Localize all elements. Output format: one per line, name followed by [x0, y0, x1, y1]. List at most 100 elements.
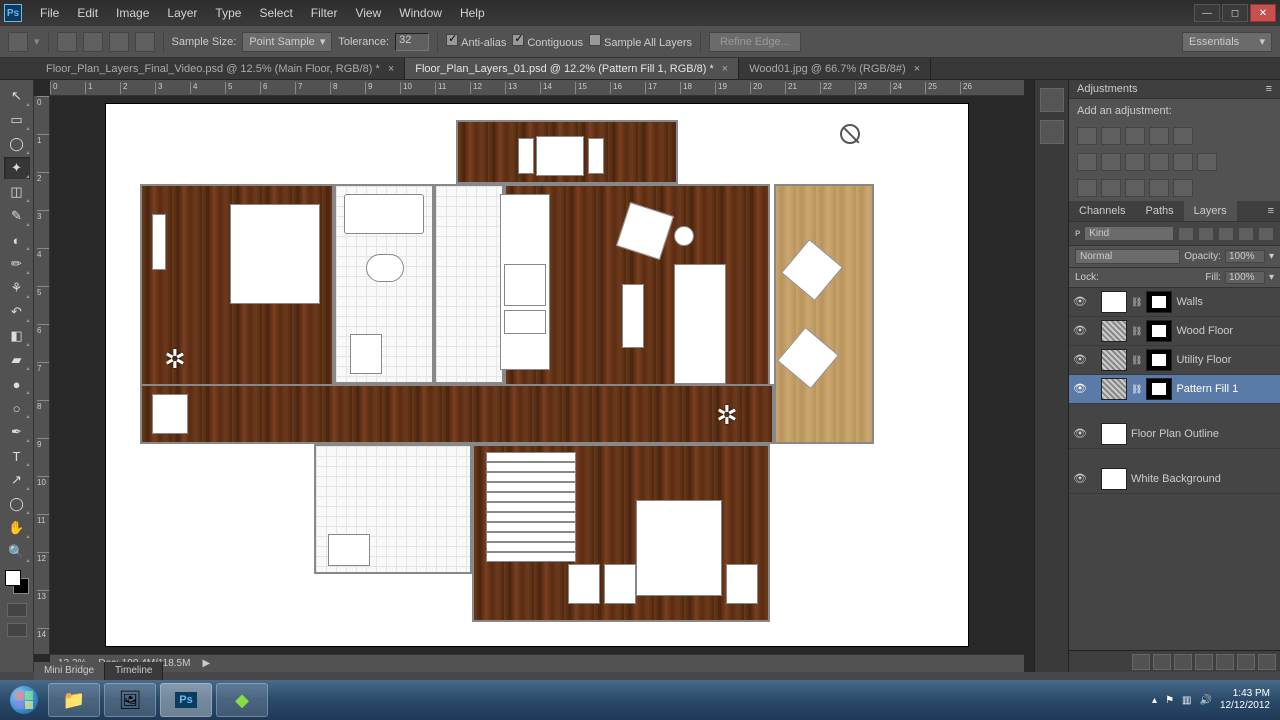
- mask-icon[interactable]: [1174, 654, 1192, 670]
- close-icon[interactable]: ×: [722, 63, 728, 75]
- menu-edit[interactable]: Edit: [69, 2, 106, 24]
- pen-tool-icon[interactable]: ✒: [4, 421, 30, 443]
- layer-row[interactable]: 👁 ⛓ Walls: [1069, 288, 1280, 317]
- brush-tool-icon[interactable]: ✏: [4, 253, 30, 275]
- layer-thumb[interactable]: [1101, 468, 1127, 490]
- poster-icon[interactable]: [1101, 179, 1121, 197]
- taskbar-app-1[interactable]: 🖼: [104, 683, 156, 717]
- visibility-icon[interactable]: 👁: [1073, 295, 1087, 309]
- panel-menu-icon[interactable]: ≡: [1262, 201, 1280, 221]
- menu-help[interactable]: Help: [452, 2, 493, 24]
- contiguous-checkbox[interactable]: Contiguous: [512, 34, 583, 49]
- blur-tool-icon[interactable]: ●: [4, 373, 30, 395]
- colorbal-icon[interactable]: [1101, 153, 1121, 171]
- opacity-input[interactable]: 100%: [1225, 250, 1265, 263]
- eraser-tool-icon[interactable]: ◧: [4, 325, 30, 347]
- taskbar-app-0[interactable]: 📁: [48, 683, 100, 717]
- tool-preset-icon[interactable]: [8, 32, 28, 52]
- hue-icon[interactable]: [1077, 153, 1097, 171]
- visibility-icon[interactable]: 👁: [1073, 353, 1087, 367]
- blend-mode-select[interactable]: Normal: [1075, 249, 1180, 264]
- tray-up-icon[interactable]: ▴: [1152, 695, 1157, 706]
- filter-smart-icon[interactable]: [1258, 227, 1274, 241]
- link-icon[interactable]: ⛓: [1131, 355, 1142, 366]
- fill-input[interactable]: 100%: [1225, 271, 1265, 284]
- layer-row[interactable]: 👁 Floor Plan Outline: [1069, 420, 1280, 449]
- type-tool-icon[interactable]: T: [4, 445, 30, 467]
- menu-window[interactable]: Window: [391, 2, 450, 24]
- start-button[interactable]: [4, 682, 44, 718]
- selcolor-icon[interactable]: [1173, 179, 1193, 197]
- layer-name[interactable]: Wood Floor: [1176, 325, 1276, 337]
- layer-thumb[interactable]: [1101, 423, 1127, 445]
- filter-pixel-icon[interactable]: [1178, 227, 1194, 241]
- layer-thumb[interactable]: [1101, 378, 1127, 400]
- fx-icon[interactable]: [1153, 654, 1171, 670]
- visibility-icon[interactable]: 👁: [1073, 324, 1087, 338]
- mask-thumb[interactable]: [1146, 291, 1172, 313]
- tolerance-input[interactable]: 32: [395, 33, 429, 51]
- taskbar-app-3[interactable]: ◆: [216, 683, 268, 717]
- stamp-tool-icon[interactable]: ⚘: [4, 277, 30, 299]
- document-canvas[interactable]: ✲ ✲: [106, 104, 968, 646]
- ruler-horizontal[interactable]: 0123456789101112131415161718192021222324…: [50, 80, 1024, 96]
- menu-select[interactable]: Select: [251, 2, 300, 24]
- kind-select[interactable]: Kind: [1084, 226, 1174, 241]
- properties-panel-icon[interactable]: [1040, 120, 1064, 144]
- link-icon[interactable]: ⛓: [1131, 297, 1142, 308]
- visibility-icon[interactable]: 👁: [1073, 382, 1087, 396]
- taskbar-photoshop[interactable]: Ps: [160, 683, 212, 717]
- tray-action-icon[interactable]: ⚑: [1165, 695, 1174, 706]
- adj-layer-icon[interactable]: [1195, 654, 1213, 670]
- sample-all-checkbox[interactable]: Sample All Layers: [589, 34, 692, 49]
- filter-shape-icon[interactable]: [1238, 227, 1254, 241]
- tray-volume-icon[interactable]: 🔊: [1199, 695, 1211, 706]
- close-button[interactable]: ✕: [1250, 4, 1276, 22]
- maximize-button[interactable]: ◻: [1222, 4, 1248, 22]
- link-icon[interactable]: ⛓: [1131, 384, 1142, 395]
- mini-bridge-tab[interactable]: Mini Bridge: [34, 662, 105, 680]
- mask-thumb[interactable]: [1146, 349, 1172, 371]
- visibility-icon[interactable]: 👁: [1073, 427, 1087, 441]
- link-layers-icon[interactable]: [1132, 654, 1150, 670]
- group-icon[interactable]: [1216, 654, 1234, 670]
- menu-filter[interactable]: Filter: [303, 2, 346, 24]
- close-icon[interactable]: ×: [914, 63, 920, 75]
- history-panel-icon[interactable]: [1040, 88, 1064, 112]
- selection-sub-icon[interactable]: [109, 32, 129, 52]
- doc-tab-0[interactable]: Floor_Plan_Layers_Final_Video.psd @ 12.5…: [36, 58, 405, 79]
- lookup-icon[interactable]: [1197, 153, 1217, 171]
- layer-name[interactable]: Floor Plan Outline: [1131, 428, 1276, 440]
- menu-view[interactable]: View: [347, 2, 389, 24]
- move-tool-icon[interactable]: ↖: [4, 85, 30, 107]
- layer-thumb[interactable]: [1101, 349, 1127, 371]
- layer-row[interactable]: 👁 ⛓ Utility Floor: [1069, 346, 1280, 375]
- brightness-icon[interactable]: [1077, 127, 1097, 145]
- layers-tab[interactable]: Layers: [1184, 201, 1237, 221]
- exposure-icon[interactable]: [1149, 127, 1169, 145]
- layer-row[interactable]: 👁 ⛓ Wood Floor: [1069, 317, 1280, 346]
- layer-name[interactable]: Walls: [1176, 296, 1276, 308]
- layer-thumb[interactable]: [1101, 291, 1127, 313]
- new-layer-icon[interactable]: [1237, 654, 1255, 670]
- filter-type-icon[interactable]: [1218, 227, 1234, 241]
- adjustments-header[interactable]: Adjustments≡: [1069, 80, 1280, 99]
- trash-icon[interactable]: [1258, 654, 1276, 670]
- vibrance-icon[interactable]: [1173, 127, 1193, 145]
- link-icon[interactable]: ⛓: [1131, 326, 1142, 337]
- magic-wand-tool-icon[interactable]: ✦: [4, 157, 30, 179]
- crop-tool-icon[interactable]: ◫: [4, 181, 30, 203]
- levels-icon[interactable]: [1101, 127, 1121, 145]
- gradmap-icon[interactable]: [1149, 179, 1169, 197]
- layer-row[interactable]: 👁White Background: [1069, 465, 1280, 494]
- selection-new-icon[interactable]: [57, 32, 77, 52]
- chmixer-icon[interactable]: [1173, 153, 1193, 171]
- photo-filter-icon[interactable]: [1149, 153, 1169, 171]
- hand-tool-icon[interactable]: ✋: [4, 517, 30, 539]
- layer-name[interactable]: Utility Floor: [1176, 354, 1276, 366]
- refine-edge-button[interactable]: Refine Edge...: [709, 32, 801, 52]
- mask-thumb[interactable]: [1146, 378, 1172, 400]
- minimize-button[interactable]: —: [1194, 4, 1220, 22]
- layer-name[interactable]: White Background: [1131, 473, 1276, 485]
- layer-name[interactable]: Pattern Fill 1: [1176, 383, 1276, 395]
